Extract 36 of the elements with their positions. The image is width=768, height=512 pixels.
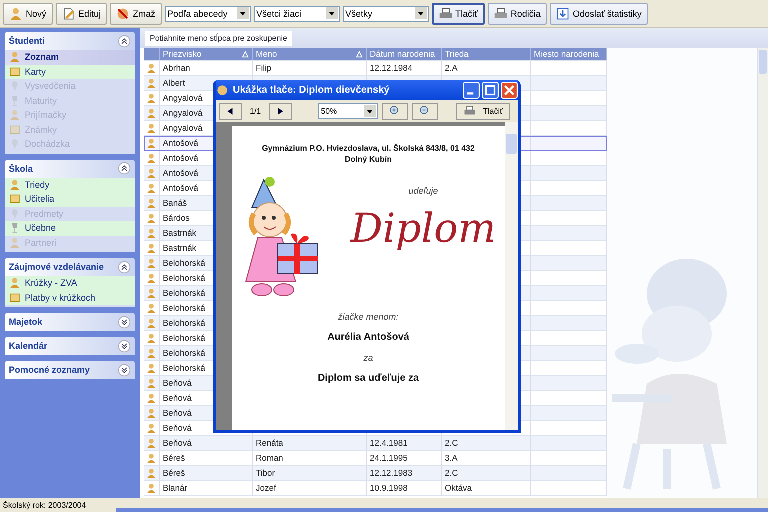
table-cell: Jozef: [253, 481, 367, 495]
for-label: za: [364, 353, 374, 363]
student-name: Aurélia Antošová: [328, 332, 410, 343]
panel-title: Pomocné zoznamy: [9, 365, 90, 375]
table-cell: 12.12.1984: [367, 61, 442, 75]
diploma-heading: Diplom: [350, 206, 496, 252]
panel-title: Študenti: [9, 36, 45, 46]
table-cell: Renáta: [253, 436, 367, 450]
table-cell: 2.C: [442, 436, 531, 450]
table-cell: 24.1.1995: [367, 451, 442, 465]
panel-title: Kalendár: [9, 341, 48, 351]
table-cell: Tibor: [253, 466, 367, 480]
awards-text: udeľuje: [408, 186, 438, 196]
school-year-label: Školský rok: 2003/2004: [3, 500, 86, 510]
table-cell: Béreš: [160, 451, 253, 465]
table-cell: 2.C: [442, 466, 531, 480]
table-cell: 10.9.1998: [367, 481, 442, 495]
table-cell: 2.A: [442, 61, 531, 75]
table-cell: Blanár: [160, 481, 253, 495]
panel-title: Majetok: [9, 317, 43, 327]
table-cell: Oktáva: [442, 481, 531, 495]
panel-title: Záujmové vzdelávanie: [9, 262, 104, 272]
table-cell: 12.12.1983: [367, 466, 442, 480]
table-cell: 12.4.1981: [367, 436, 442, 450]
group-hint: Potiahnite meno stĺpca pre zoskupenie: [145, 30, 292, 46]
table-cell: Béreš: [160, 466, 253, 480]
table-cell: Roman: [253, 451, 367, 465]
table-cell: Filip: [253, 61, 367, 75]
school-name: Gymnázium P.O. Hviezdoslava, ul. Školská 843/8, 01 432: [262, 144, 475, 153]
award-reason: Diplom sa uďeľuje za: [318, 373, 420, 384]
panel-title: Škola: [9, 164, 34, 174]
table-cell: Beňová: [160, 436, 253, 450]
table-cell: Abrhan: [160, 61, 253, 75]
table-cell: 3.A: [442, 451, 531, 465]
school-town: Dolný Kubín: [344, 155, 392, 164]
recipient-label: žiačke menom:: [338, 312, 399, 322]
